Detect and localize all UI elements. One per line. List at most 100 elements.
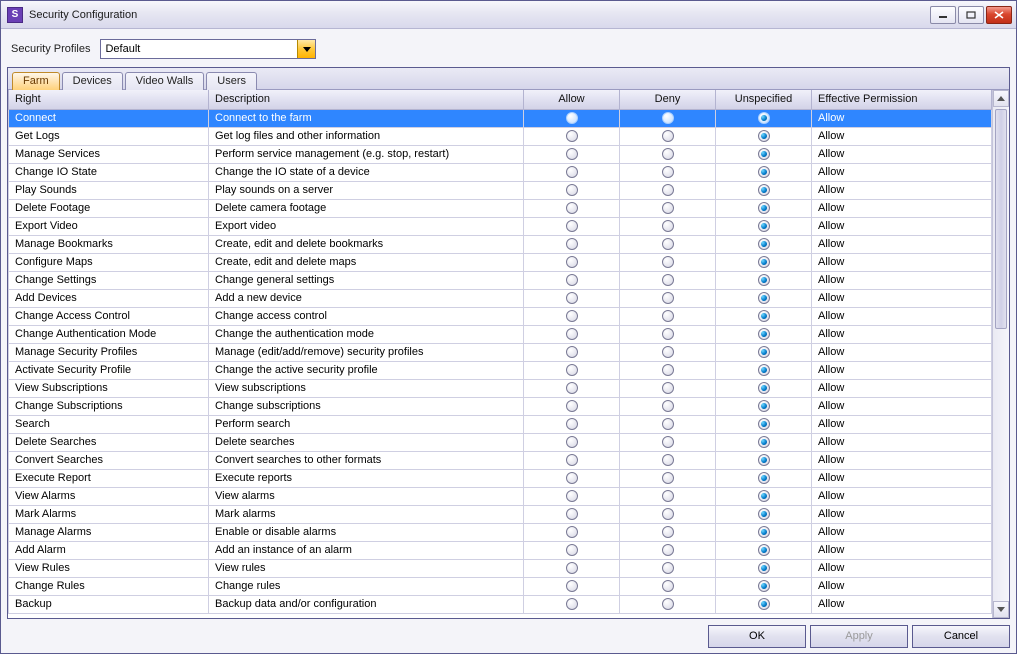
deny-radio[interactable] <box>662 238 674 250</box>
deny-cell[interactable] <box>620 343 716 361</box>
unspecified-cell[interactable] <box>716 379 812 397</box>
unspecified-radio[interactable] <box>758 400 770 412</box>
table-row[interactable]: View SubscriptionsView subscriptionsAllo… <box>9 379 992 397</box>
table-row[interactable]: Mark AlarmsMark alarmsAllow <box>9 505 992 523</box>
deny-cell[interactable] <box>620 451 716 469</box>
unspecified-radio[interactable] <box>758 130 770 142</box>
deny-radio[interactable] <box>662 400 674 412</box>
allow-radio[interactable] <box>566 166 578 178</box>
deny-cell[interactable] <box>620 127 716 145</box>
deny-radio[interactable] <box>662 418 674 430</box>
deny-radio[interactable] <box>662 220 674 232</box>
allow-radio[interactable] <box>566 598 578 610</box>
unspecified-cell[interactable] <box>716 271 812 289</box>
close-button[interactable] <box>986 6 1012 24</box>
allow-radio[interactable] <box>566 310 578 322</box>
unspecified-radio[interactable] <box>758 292 770 304</box>
table-row[interactable]: Manage ServicesPerform service managemen… <box>9 145 992 163</box>
allow-radio[interactable] <box>566 148 578 160</box>
col-header-allow[interactable]: Allow <box>524 90 620 109</box>
unspecified-cell[interactable] <box>716 541 812 559</box>
allow-radio[interactable] <box>566 544 578 556</box>
table-row[interactable]: Activate Security ProfileChange the acti… <box>9 361 992 379</box>
deny-radio[interactable] <box>662 202 674 214</box>
unspecified-radio[interactable] <box>758 364 770 376</box>
allow-radio[interactable] <box>566 328 578 340</box>
unspecified-radio[interactable] <box>758 310 770 322</box>
deny-cell[interactable] <box>620 523 716 541</box>
deny-radio[interactable] <box>662 328 674 340</box>
deny-radio[interactable] <box>662 436 674 448</box>
deny-radio[interactable] <box>662 544 674 556</box>
table-row[interactable]: SearchPerform searchAllow <box>9 415 992 433</box>
deny-cell[interactable] <box>620 199 716 217</box>
deny-radio[interactable] <box>662 112 674 124</box>
allow-radio[interactable] <box>566 562 578 574</box>
table-row[interactable]: View AlarmsView alarmsAllow <box>9 487 992 505</box>
deny-cell[interactable] <box>620 433 716 451</box>
scroll-track[interactable] <box>993 107 1009 601</box>
allow-radio[interactable] <box>566 382 578 394</box>
deny-radio[interactable] <box>662 382 674 394</box>
allow-cell[interactable] <box>524 487 620 505</box>
table-row[interactable]: Configure MapsCreate, edit and delete ma… <box>9 253 992 271</box>
unspecified-radio[interactable] <box>758 256 770 268</box>
table-row[interactable]: Get LogsGet log files and other informat… <box>9 127 992 145</box>
allow-cell[interactable] <box>524 541 620 559</box>
unspecified-cell[interactable] <box>716 343 812 361</box>
deny-radio[interactable] <box>662 490 674 502</box>
unspecified-cell[interactable] <box>716 217 812 235</box>
table-row[interactable]: Play SoundsPlay sounds on a serverAllow <box>9 181 992 199</box>
unspecified-radio[interactable] <box>758 562 770 574</box>
allow-radio[interactable] <box>566 400 578 412</box>
allow-radio[interactable] <box>566 364 578 376</box>
col-header-right[interactable]: Right <box>9 90 209 109</box>
allow-radio[interactable] <box>566 436 578 448</box>
table-row[interactable]: Change Authentication ModeChange the aut… <box>9 325 992 343</box>
table-row[interactable]: Change IO StateChange the IO state of a … <box>9 163 992 181</box>
unspecified-cell[interactable] <box>716 235 812 253</box>
allow-cell[interactable] <box>524 343 620 361</box>
ok-button[interactable]: OK <box>708 625 806 648</box>
table-row[interactable]: Change SettingsChange general settingsAl… <box>9 271 992 289</box>
allow-cell[interactable] <box>524 361 620 379</box>
deny-radio[interactable] <box>662 472 674 484</box>
deny-radio[interactable] <box>662 184 674 196</box>
unspecified-radio[interactable] <box>758 112 770 124</box>
allow-cell[interactable] <box>524 271 620 289</box>
deny-cell[interactable] <box>620 181 716 199</box>
allow-cell[interactable] <box>524 163 620 181</box>
unspecified-cell[interactable] <box>716 253 812 271</box>
unspecified-radio[interactable] <box>758 598 770 610</box>
table-row[interactable]: Add AlarmAdd an instance of an alarmAllo… <box>9 541 992 559</box>
allow-cell[interactable] <box>524 469 620 487</box>
table-row[interactable]: Change Access ControlChange access contr… <box>9 307 992 325</box>
cancel-button[interactable]: Cancel <box>912 625 1010 648</box>
unspecified-cell[interactable] <box>716 433 812 451</box>
allow-radio[interactable] <box>566 346 578 358</box>
table-row[interactable]: Manage AlarmsEnable or disable alarmsAll… <box>9 523 992 541</box>
tab-users[interactable]: Users <box>206 72 257 90</box>
unspecified-cell[interactable] <box>716 361 812 379</box>
tab-farm[interactable]: Farm <box>12 72 60 90</box>
unspecified-cell[interactable] <box>716 523 812 541</box>
allow-cell[interactable] <box>524 235 620 253</box>
unspecified-radio[interactable] <box>758 346 770 358</box>
deny-cell[interactable] <box>620 217 716 235</box>
allow-radio[interactable] <box>566 472 578 484</box>
allow-radio[interactable] <box>566 490 578 502</box>
allow-cell[interactable] <box>524 289 620 307</box>
unspecified-cell[interactable] <box>716 289 812 307</box>
deny-cell[interactable] <box>620 505 716 523</box>
deny-radio[interactable] <box>662 274 674 286</box>
unspecified-cell[interactable] <box>716 325 812 343</box>
table-row[interactable]: Delete FootageDelete camera footageAllow <box>9 199 992 217</box>
col-header-description[interactable]: Description <box>209 90 524 109</box>
allow-radio[interactable] <box>566 526 578 538</box>
unspecified-radio[interactable] <box>758 526 770 538</box>
unspecified-cell[interactable] <box>716 415 812 433</box>
vertical-scrollbar[interactable] <box>992 90 1009 618</box>
deny-cell[interactable] <box>620 271 716 289</box>
col-header-effective[interactable]: Effective Permission <box>812 90 992 109</box>
scroll-thumb[interactable] <box>995 109 1007 329</box>
